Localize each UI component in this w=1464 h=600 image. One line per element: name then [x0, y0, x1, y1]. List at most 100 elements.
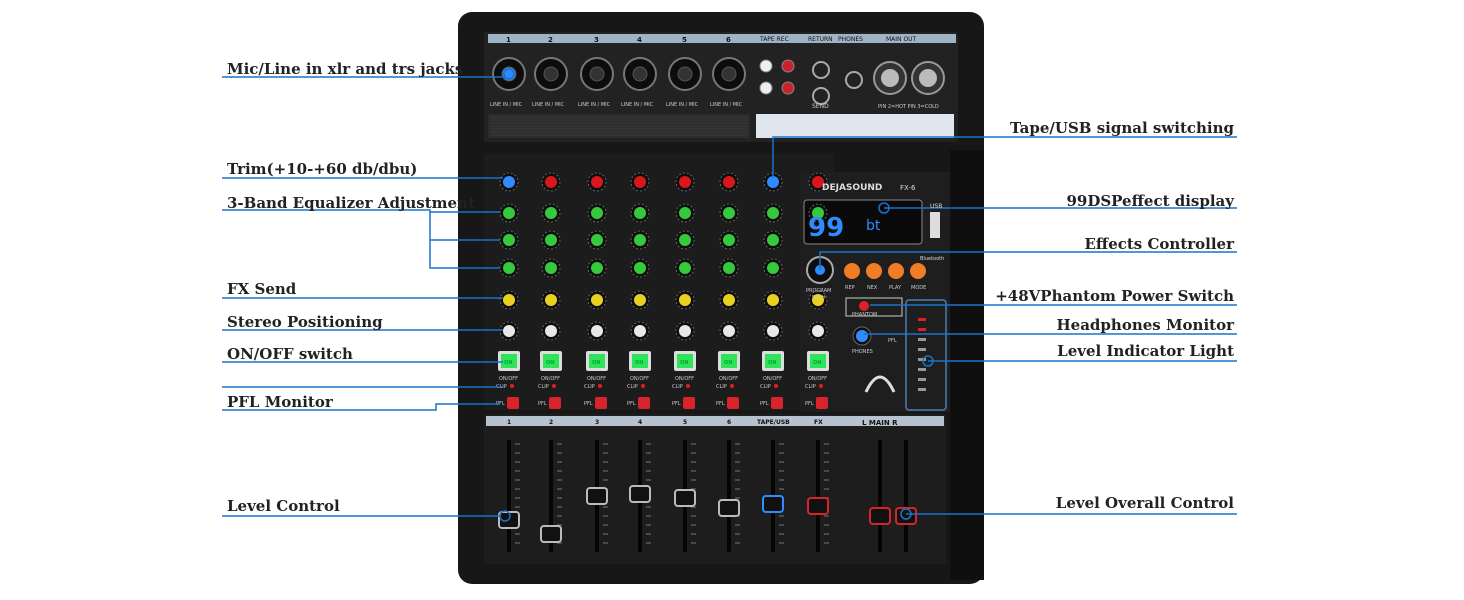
fx-send-knob[interactable] — [723, 294, 735, 306]
clip-led — [510, 384, 514, 388]
pfl-label: PFL — [538, 401, 547, 407]
pfl-button[interactable] — [507, 397, 519, 409]
on-label: ON — [504, 360, 512, 366]
rca-jack[interactable] — [759, 59, 773, 73]
trim-knob[interactable] — [634, 176, 646, 188]
eq-mid-knob[interactable] — [634, 234, 646, 246]
input-label: LINE IN / MIC — [621, 102, 654, 108]
eq-mid-knob[interactable] — [503, 234, 515, 246]
on-label: ON — [592, 360, 600, 366]
fx-send-knob[interactable] — [679, 294, 691, 306]
side-panel-right — [950, 150, 984, 580]
eq-mid-knob[interactable] — [679, 234, 691, 246]
main-fader-cap[interactable] — [895, 507, 917, 525]
on-off-label: ON/OFF — [675, 376, 694, 382]
clip-led — [641, 384, 645, 388]
eq-mid-knob[interactable] — [723, 234, 735, 246]
meter-segment — [918, 328, 926, 331]
fx-send-knob[interactable] — [503, 294, 515, 306]
pfl-button[interactable] — [595, 397, 607, 409]
phantom-switch[interactable] — [859, 301, 869, 311]
fx-send-knob[interactable] — [545, 294, 557, 306]
fx-button-mode[interactable] — [910, 263, 926, 279]
channel-number-top: 6 — [726, 36, 731, 44]
eq-high-knob[interactable] — [591, 207, 603, 219]
trs-jack[interactable] — [845, 71, 863, 89]
fx-send-knob[interactable] — [767, 294, 779, 306]
eq-high-knob[interactable] — [679, 207, 691, 219]
pfl-button[interactable] — [816, 397, 828, 409]
pan-knob[interactable] — [767, 325, 779, 337]
eq-low-knob[interactable] — [591, 262, 603, 274]
pan-knob[interactable] — [591, 325, 603, 337]
pfl-button[interactable] — [771, 397, 783, 409]
eq-high-knob[interactable] — [767, 207, 779, 219]
trim-knob[interactable] — [723, 176, 735, 188]
eq-high-knob[interactable] — [723, 207, 735, 219]
meter-segment — [918, 348, 926, 351]
eq-mid-knob[interactable] — [591, 234, 603, 246]
eq-low-knob[interactable] — [503, 262, 515, 274]
main-fader-slot — [904, 440, 908, 552]
trim-knob[interactable] — [591, 176, 603, 188]
strip-label: FX — [814, 419, 823, 426]
pfl-button[interactable] — [683, 397, 695, 409]
trim-knob[interactable] — [503, 176, 515, 188]
pan-knob[interactable] — [723, 325, 735, 337]
usb-port[interactable] — [930, 212, 940, 238]
pfl-label: PFL — [805, 401, 814, 407]
clip-label: CLIP — [760, 384, 771, 390]
fx-button-nex[interactable] — [866, 263, 882, 279]
callout-stereo-pos: Stereo Positioning — [227, 313, 383, 331]
pfl-button[interactable] — [549, 397, 561, 409]
eq-low-knob[interactable] — [545, 262, 557, 274]
strip-label: 1 — [507, 419, 511, 426]
eq-mid-knob[interactable] — [767, 234, 779, 246]
fader-cap[interactable] — [718, 499, 740, 517]
pan-knob[interactable] — [634, 325, 646, 337]
fader-cap[interactable] — [586, 487, 608, 505]
clip-label: CLIP — [538, 384, 549, 390]
pfl-label: PFL — [760, 401, 769, 407]
main-fader-cap[interactable] — [869, 507, 891, 525]
eq-low-knob[interactable] — [634, 262, 646, 274]
rca-jack[interactable] — [759, 81, 773, 95]
trs-jack[interactable] — [812, 87, 830, 105]
eq-mid-knob[interactable] — [545, 234, 557, 246]
trs-jack[interactable] — [812, 61, 830, 79]
pfl-button[interactable] — [638, 397, 650, 409]
fader-cap[interactable] — [674, 489, 696, 507]
fx-button-rep[interactable] — [844, 263, 860, 279]
trim-knob[interactable] — [679, 176, 691, 188]
on-off-label: ON/OFF — [808, 376, 827, 382]
xlr-center — [589, 66, 605, 82]
pan-knob[interactable] — [503, 325, 515, 337]
phones-knob[interactable] — [856, 330, 868, 342]
pfl-label: PFL — [584, 401, 593, 407]
pfl-button[interactable] — [727, 397, 739, 409]
rca-jack[interactable] — [781, 81, 795, 95]
fader-cap[interactable] — [540, 525, 562, 543]
fx-button-play[interactable] — [888, 263, 904, 279]
eq-high-knob[interactable] — [545, 207, 557, 219]
rca-jack[interactable] — [781, 59, 795, 73]
callout-headphones: Headphones Monitor — [1056, 316, 1235, 334]
eq-low-knob[interactable] — [767, 262, 779, 274]
pan-knob[interactable] — [679, 325, 691, 337]
eq-high-knob[interactable] — [634, 207, 646, 219]
clip-label: CLIP — [672, 384, 683, 390]
fader-cap[interactable] — [762, 495, 784, 513]
eq-low-knob[interactable] — [723, 262, 735, 274]
on-off-label: ON/OFF — [541, 376, 560, 382]
trim-knob[interactable] — [545, 176, 557, 188]
fader-cap[interactable] — [629, 485, 651, 503]
fader-cap[interactable] — [807, 497, 829, 515]
eq-low-knob[interactable] — [679, 262, 691, 274]
fx-send-knob[interactable] — [634, 294, 646, 306]
mixer-illustration: 1 LINE IN / MIC 2 LINE IN / MIC 3 LINE IN / M… — [222, 12, 1237, 584]
fx-send-knob[interactable] — [591, 294, 603, 306]
pan-knob[interactable] — [545, 325, 557, 337]
pan-knob[interactable] — [812, 325, 824, 337]
clip-label: CLIP — [805, 384, 816, 390]
eq-high-knob[interactable] — [503, 207, 515, 219]
